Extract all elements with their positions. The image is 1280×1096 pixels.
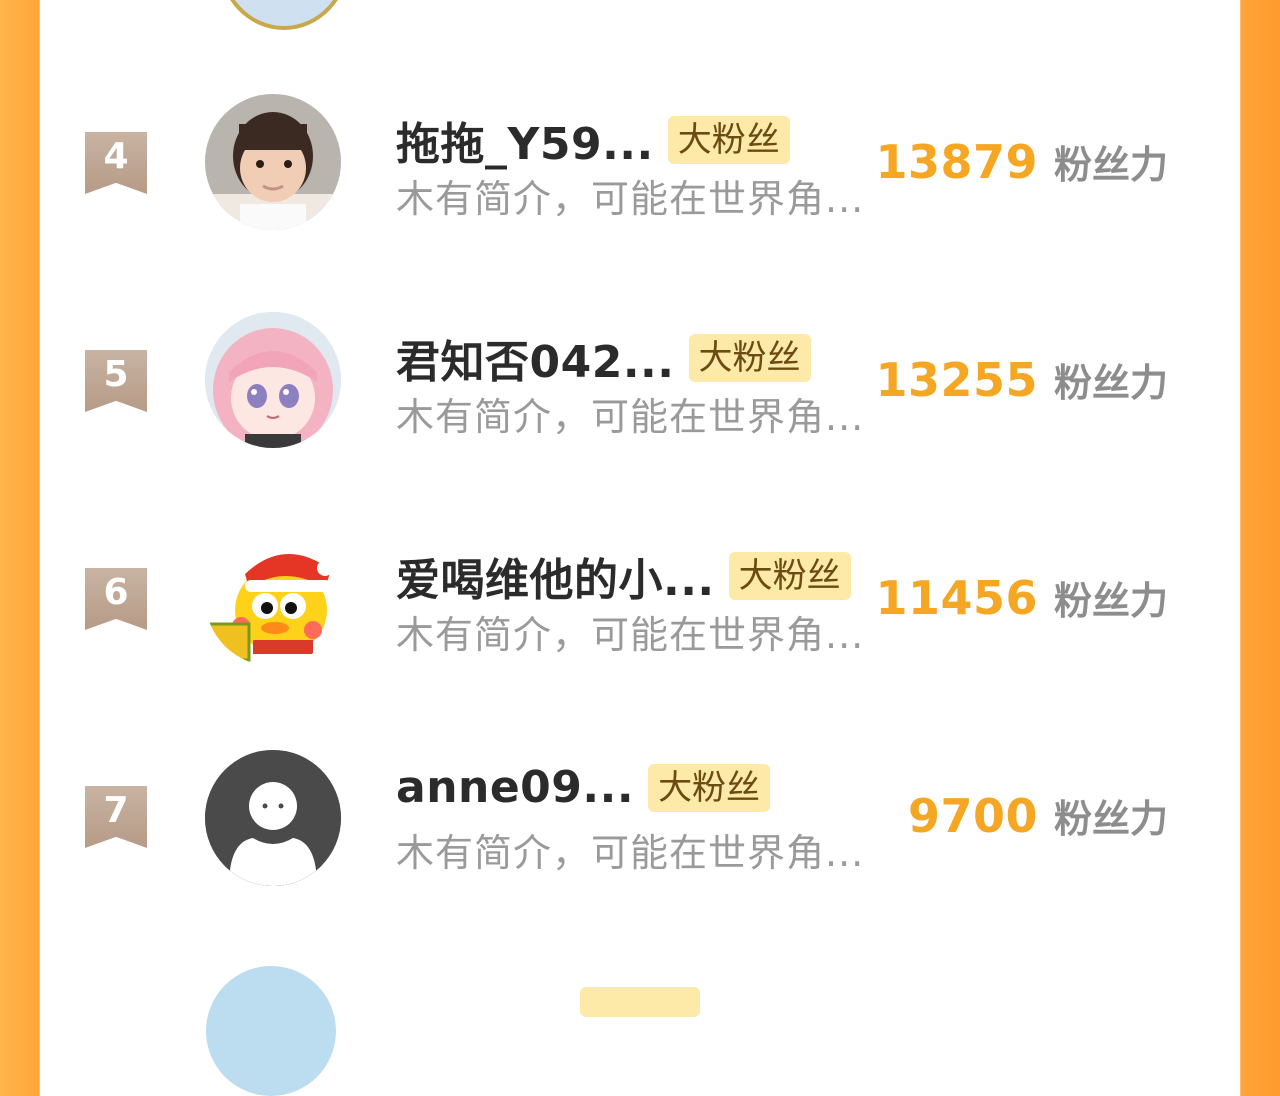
username[interactable]: 君知否042... xyxy=(396,326,675,390)
rank-ribbon: 5 xyxy=(85,350,147,412)
list-item[interactable]: 6 爱喝维他的小... 大粉丝 木有简介，可能在世界角... 11456 粉丝力 xyxy=(40,506,1240,686)
username[interactable]: anne09... xyxy=(396,762,634,813)
fan-score: 11456 粉丝力 xyxy=(875,570,1168,625)
bio-text: 木有简介，可能在世界角... xyxy=(396,177,865,221)
list-item[interactable]: 5 君知否042... 大粉丝 木有简介，可能在世界角... 13255 粉丝力 xyxy=(40,288,1240,468)
score-label: 粉丝力 xyxy=(1053,797,1168,841)
fan-badge: 大粉丝 xyxy=(728,552,851,600)
score-value: 13255 xyxy=(875,353,1038,407)
bio-text: 木有简介，可能在世界角... xyxy=(396,613,865,657)
avatar[interactable] xyxy=(205,530,341,666)
score-label: 粉丝力 xyxy=(1053,579,1168,623)
list-item[interactable]: 7 anne09... 大粉丝 木有简介，可能在世界角... 9700 粉丝力 xyxy=(40,724,1240,904)
bio-text: 木有简介，可能在世界角... xyxy=(396,395,865,439)
score-value: 11456 xyxy=(875,571,1038,625)
fan-ranking-panel: 4 拖拖_Y59... 大粉丝 木有简介，可能在世界角... 13879 粉丝力 xyxy=(40,0,1240,1096)
fan-badge xyxy=(580,987,700,1017)
avatar[interactable] xyxy=(205,94,341,230)
avatar[interactable] xyxy=(206,966,336,1096)
score-label: 粉丝力 xyxy=(1053,361,1168,405)
fan-badge: 大粉丝 xyxy=(667,116,790,164)
score-value: 9700 xyxy=(907,789,1038,843)
list-item[interactable]: 4 拖拖_Y59... 大粉丝 木有简介，可能在世界角... 13879 粉丝力 xyxy=(40,70,1240,250)
fan-badge: 大粉丝 xyxy=(648,763,771,812)
score-label: 粉丝力 xyxy=(1053,143,1168,187)
avatar[interactable] xyxy=(218,0,350,30)
fan-score: 13255 粉丝力 xyxy=(875,352,1168,407)
avatar[interactable] xyxy=(205,750,341,886)
rank-ribbon: 6 xyxy=(85,568,147,630)
fan-score: 9700 粉丝力 xyxy=(908,788,1168,843)
username[interactable]: 爱喝维他的小... xyxy=(396,544,715,608)
fan-badge: 大粉丝 xyxy=(688,334,811,382)
score-value: 13879 xyxy=(875,135,1038,189)
username[interactable]: 拖拖_Y59... xyxy=(396,108,654,172)
rank-ribbon: 7 xyxy=(85,786,147,848)
bio-text: 木有简介，可能在世界角... xyxy=(396,831,865,875)
rank-ribbon: 4 xyxy=(85,132,147,194)
fan-score: 13879 粉丝力 xyxy=(875,134,1168,189)
avatar[interactable] xyxy=(205,312,341,448)
